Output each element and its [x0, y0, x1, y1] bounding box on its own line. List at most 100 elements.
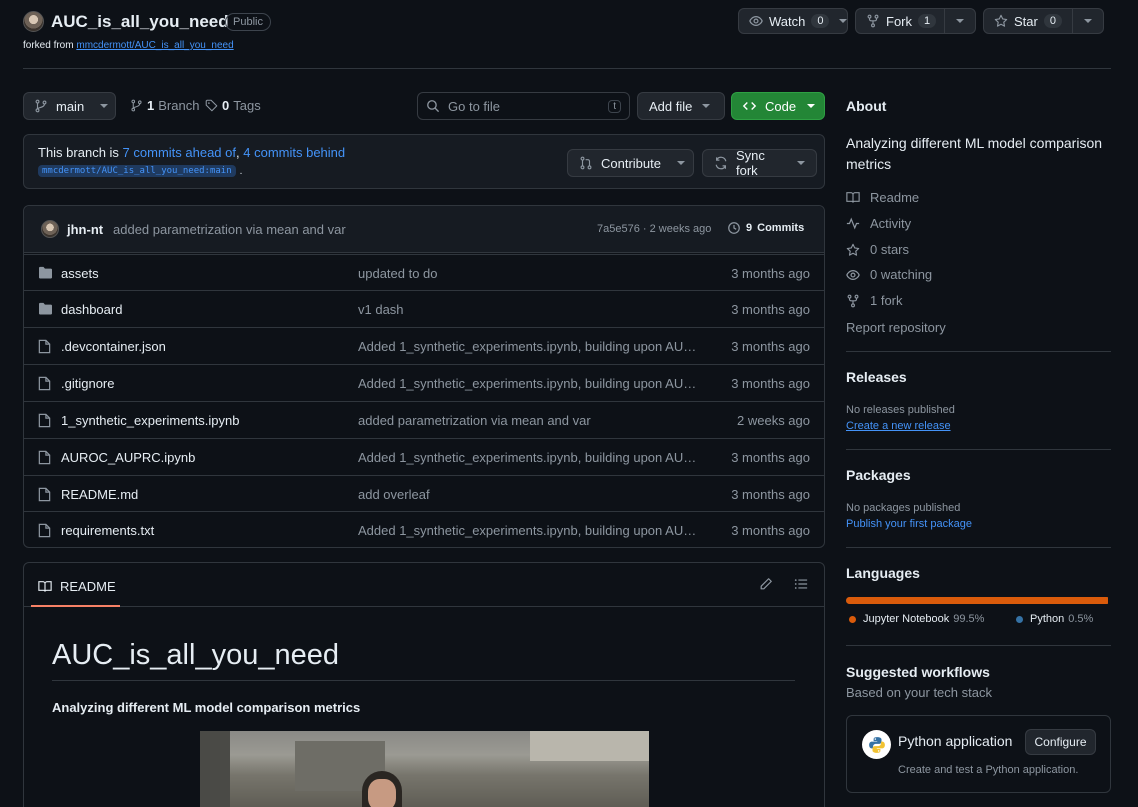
activity-link-label: Activity — [870, 216, 912, 231]
commits-ahead-link[interactable]: 7 commits ahead of — [123, 145, 236, 160]
publish-package-link[interactable]: Publish your first package — [846, 518, 972, 530]
branches-link[interactable]: 1 Branch — [130, 98, 199, 113]
add-file-button[interactable]: Add file — [637, 92, 725, 120]
workflow-card: Python application Configure Create and … — [846, 715, 1111, 793]
upstream-branch-tag[interactable]: mmcdermott/AUC_is_all_you_need:main — [38, 165, 236, 177]
packages-heading[interactable]: Packages — [846, 467, 911, 483]
file-commit-date: 2 weeks ago — [737, 412, 810, 428]
book-icon — [846, 191, 860, 204]
edit-icon[interactable] — [759, 577, 773, 591]
star-icon — [846, 243, 860, 257]
table-row[interactable]: requirements.txt Added 1_synthetic_exper… — [24, 511, 824, 548]
readme-gif-image — [200, 731, 649, 807]
file-commit-date: 3 months ago — [731, 265, 810, 281]
readme-link[interactable]: Readme — [846, 190, 919, 205]
table-row[interactable]: 1_synthetic_experiments.ipynb added para… — [24, 401, 824, 438]
branch-selector[interactable]: main — [23, 92, 116, 120]
forked-from-line: forked from mmcdermott/AUC_is_all_you_ne… — [23, 40, 234, 51]
language-item-python[interactable]: Python 0.5% — [1016, 613, 1093, 625]
file-name[interactable]: dashboard — [61, 302, 122, 317]
readme-title-divider — [52, 680, 795, 681]
go-to-file-input[interactable]: Go to file t — [417, 92, 630, 120]
watch-count: 0 — [811, 14, 830, 28]
commit-author[interactable]: jhn-nt — [67, 222, 103, 237]
table-row[interactable]: README.md add overleaf 3 months ago — [24, 475, 824, 512]
table-row[interactable]: .devcontainer.json Added 1_synthetic_exp… — [24, 327, 824, 364]
stars-link[interactable]: 0 stars — [846, 242, 909, 257]
fork-icon — [866, 14, 880, 28]
report-repository-link[interactable]: Report repository — [846, 320, 946, 335]
forks-link[interactable]: 1 fork — [846, 293, 903, 308]
fork-icon — [846, 294, 860, 308]
sidebar-divider — [846, 547, 1111, 548]
file-name[interactable]: requirements.txt — [61, 523, 154, 538]
language-percent: 99.5% — [953, 613, 985, 625]
chevron-down-icon — [839, 19, 848, 23]
tags-link[interactable]: 0 Tags — [205, 98, 261, 113]
file-name[interactable]: README.md — [61, 487, 138, 502]
fork-count: 1 — [918, 14, 937, 28]
releases-heading[interactable]: Releases — [846, 369, 907, 385]
fork-button[interactable]: Fork 1 — [855, 8, 976, 34]
file-commit-message[interactable]: add overleaf — [358, 487, 703, 502]
file-name[interactable]: AUROC_AUPRC.ipynb — [61, 450, 195, 465]
search-icon — [426, 99, 440, 113]
file-commit-message[interactable]: updated to do — [358, 266, 703, 281]
branch-icon — [130, 99, 143, 112]
sidebar-divider — [846, 449, 1111, 450]
outline-list-icon[interactable] — [794, 577, 808, 591]
watching-link[interactable]: 0 watching — [846, 267, 932, 282]
workflows-subheading: Based on your tech stack — [846, 685, 992, 700]
file-commit-message[interactable]: added parametrization via mean and var — [358, 413, 703, 428]
table-row[interactable]: dashboard v1 dash 3 months ago — [24, 290, 824, 327]
fork-label: Fork — [886, 13, 912, 29]
forked-from-link[interactable]: mmcdermott/AUC_is_all_you_need — [76, 40, 233, 51]
readme-tab[interactable]: README — [38, 579, 116, 594]
star-dropdown[interactable] — [1073, 9, 1103, 33]
chevron-down-icon — [676, 161, 685, 165]
repo-title[interactable]: AUC_is_all_you_need — [51, 12, 229, 32]
file-icon — [38, 487, 51, 502]
owner-avatar[interactable] — [23, 11, 44, 32]
tag-count-label: Tags — [233, 98, 261, 113]
visibility-badge: Public — [225, 13, 271, 31]
file-name[interactable]: .devcontainer.json — [61, 339, 166, 354]
go-to-file-placeholder: Go to file — [448, 98, 501, 114]
watching-link-label: 0 watching — [870, 267, 933, 282]
commit-sha-time[interactable]: 7a5e576 · 2 weeks ago — [597, 223, 711, 235]
pull-request-icon — [579, 156, 593, 170]
file-commit-date: 3 months ago — [731, 301, 810, 317]
watch-button[interactable]: Watch 0 — [738, 8, 848, 34]
file-commit-message[interactable]: Added 1_synthetic_experiments.ipynb, bui… — [358, 523, 703, 538]
table-row[interactable]: assets updated to do 3 months ago — [24, 254, 824, 291]
file-name[interactable]: 1_synthetic_experiments.ipynb — [61, 413, 240, 428]
author-avatar[interactable] — [41, 220, 59, 238]
readme-panel: README AUC_is_all_you_need Analyzing dif… — [23, 562, 825, 807]
create-release-link[interactable]: Create a new release — [846, 420, 951, 432]
table-row[interactable]: AUROC_AUPRC.ipynb Added 1_synthetic_expe… — [24, 438, 824, 475]
commits-history-link[interactable]: 9 Commits — [727, 221, 804, 235]
chevron-down-icon — [807, 104, 816, 108]
file-icon — [38, 413, 51, 428]
commit-message[interactable]: added parametrization via mean and var — [113, 222, 346, 237]
table-row[interactable]: .gitignore Added 1_synthetic_experiments… — [24, 364, 824, 401]
chevron-down-icon — [956, 19, 964, 23]
file-name[interactable]: assets — [61, 266, 99, 281]
star-button[interactable]: Star 0 — [983, 8, 1104, 34]
language-item-jupyter[interactable]: Jupyter Notebook 99.5% — [849, 613, 984, 625]
file-commit-message[interactable]: Added 1_synthetic_experiments.ipynb, bui… — [358, 450, 703, 465]
contribute-button[interactable]: Contribute — [567, 149, 694, 177]
commits-behind-link[interactable]: 4 commits behind — [243, 145, 345, 160]
file-commit-message[interactable]: Added 1_synthetic_experiments.ipynb, bui… — [358, 339, 703, 354]
file-commit-message[interactable]: v1 dash — [358, 302, 703, 317]
file-name[interactable]: .gitignore — [61, 376, 114, 391]
sync-fork-button[interactable]: Sync fork — [702, 148, 817, 178]
code-button[interactable]: Code — [731, 92, 825, 120]
fork-dropdown[interactable] — [945, 9, 975, 33]
activity-link[interactable]: Activity — [846, 216, 911, 231]
star-count: 0 — [1043, 14, 1062, 28]
pulse-icon — [846, 217, 860, 230]
latest-commit-bar: jhn-nt added parametrization via mean an… — [24, 206, 824, 253]
file-commit-message[interactable]: Added 1_synthetic_experiments.ipynb, bui… — [358, 376, 703, 391]
configure-button[interactable]: Configure — [1025, 729, 1096, 755]
